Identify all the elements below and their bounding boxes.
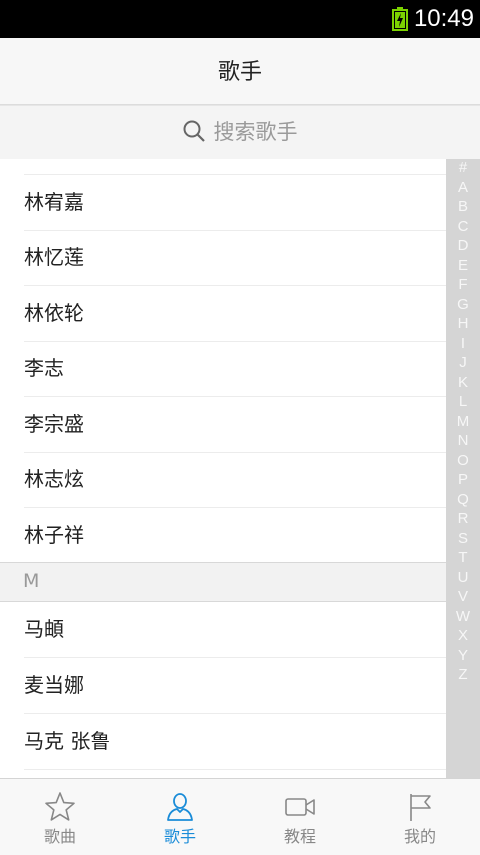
singer-name: 马頔	[24, 617, 64, 641]
singer-name: 林宥嘉	[24, 190, 84, 214]
list-item[interactable]: 林宥嘉	[24, 175, 446, 231]
tab-songs[interactable]: 歌曲	[0, 779, 120, 855]
clock: 10:49	[413, 5, 474, 32]
tab-mine[interactable]: 我的	[360, 779, 480, 855]
section-letter: M	[23, 570, 40, 592]
singer-name: 李志	[24, 356, 64, 380]
index-letter[interactable]: B	[446, 198, 480, 216]
search-placeholder: 搜索歌手	[213, 120, 298, 144]
star-icon	[45, 792, 75, 821]
index-letter[interactable]: G	[446, 296, 480, 314]
index-letter[interactable]: W	[446, 608, 480, 626]
index-letter[interactable]: #	[446, 159, 480, 177]
singer-name: 林子祥	[24, 523, 84, 547]
search-icon	[183, 120, 206, 142]
index-letter[interactable]: E	[446, 257, 480, 275]
index-letter[interactable]: A	[446, 179, 480, 197]
status-bar: 10:49	[0, 0, 480, 38]
index-letter[interactable]: I	[446, 335, 480, 353]
battery-icon	[392, 7, 408, 31]
singer-name: 麦当娜	[24, 673, 84, 697]
tab-label: 我的	[403, 827, 436, 846]
index-letter[interactable]: R	[446, 510, 480, 528]
list-item[interactable]: 林志炫	[24, 452, 446, 508]
title-bar: 歌手	[0, 38, 480, 105]
singer-name: 林忆莲	[24, 245, 84, 269]
index-letter[interactable]: H	[446, 315, 480, 333]
list-item[interactable]	[24, 159, 446, 175]
index-letter[interactable]: O	[446, 452, 480, 470]
index-letter[interactable]: P	[446, 471, 480, 489]
index-letter[interactable]: C	[446, 218, 480, 236]
search-bar[interactable]: 搜索歌手	[0, 105, 480, 160]
video-icon	[285, 798, 315, 816]
tab-tutorials[interactable]: 教程	[240, 779, 360, 855]
section-header: M	[0, 562, 446, 602]
index-letter[interactable]: V	[446, 588, 480, 606]
list-item[interactable]: 马頔	[24, 602, 446, 658]
list-item[interactable]: 林忆莲	[24, 230, 446, 286]
tab-label: 歌曲	[43, 827, 76, 846]
list-item[interactable]: 李志	[24, 341, 446, 397]
page-title: 歌手	[217, 60, 262, 85]
person-icon	[167, 793, 193, 821]
search-field[interactable]: 搜索歌手	[0, 116, 480, 146]
index-letter[interactable]: K	[446, 374, 480, 392]
index-letter[interactable]: J	[446, 354, 480, 372]
tab-label: 歌手	[163, 827, 196, 846]
index-letter[interactable]: X	[446, 627, 480, 645]
flag-icon	[410, 794, 431, 821]
index-letter[interactable]: N	[446, 432, 480, 450]
bottom-tab-bar: 歌曲 歌手 教程 我的	[0, 778, 480, 855]
tab-singers[interactable]: 歌手	[120, 779, 240, 855]
singer-list[interactable]: 林宥嘉 林忆莲 林依轮 李志 李宗盛 林志炫 林子祥 M 马頔 麦当娜 马克 张…	[0, 159, 446, 778]
index-letter[interactable]: S	[446, 530, 480, 548]
list-item[interactable]: 麦当娜	[24, 658, 446, 714]
list-item[interactable]: 林子祥	[24, 508, 446, 563]
alphabet-index-bar[interactable]: # A B C D E F G H I J K L M N O P Q R S T U V W X Y Z	[446, 159, 480, 778]
singer-name: 马克 张鲁	[24, 729, 111, 753]
index-letter[interactable]: D	[446, 237, 480, 255]
list-item[interactable]: 马克 张鲁	[24, 714, 446, 770]
singer-name: 林志炫	[24, 467, 84, 491]
index-letter[interactable]: Y	[446, 647, 480, 665]
index-letter[interactable]: L	[446, 393, 480, 411]
index-letter[interactable]: M	[446, 413, 480, 431]
list-item[interactable]: 李宗盛	[24, 397, 446, 453]
index-letter[interactable]: U	[446, 569, 480, 587]
tab-label: 教程	[283, 827, 316, 846]
singer-name: 李宗盛	[24, 412, 84, 436]
singer-name: 林依轮	[24, 301, 84, 325]
index-letter[interactable]: T	[446, 549, 480, 567]
index-letter[interactable]: F	[446, 276, 480, 294]
index-letter[interactable]: Q	[446, 491, 480, 509]
list-item[interactable]: 林依轮	[24, 286, 446, 342]
index-letter[interactable]: Z	[446, 666, 480, 684]
